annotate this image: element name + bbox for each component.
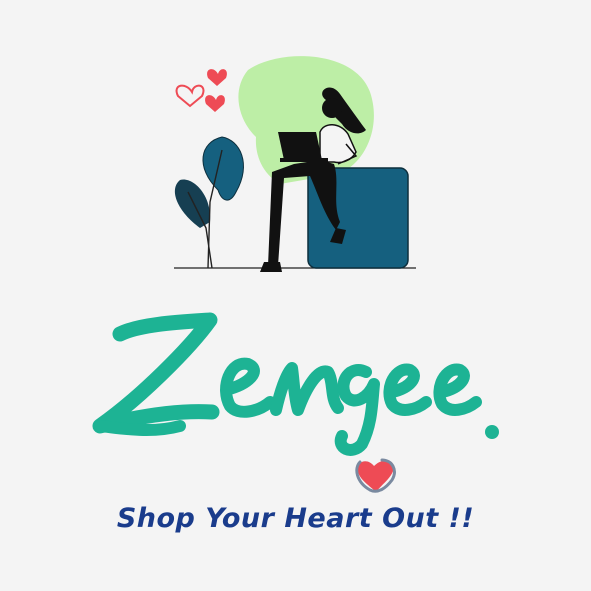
zengee-wordmark-logo [92,312,499,456]
tagline-text: Shop Your Heart Out !! [116,503,475,534]
woman-laptop-illustration [174,56,416,272]
hearts-icon [175,69,227,112]
logo-canvas: Shop Your Heart Out !! [0,0,591,591]
plant-icon [174,136,244,269]
heart-icon [355,458,396,493]
